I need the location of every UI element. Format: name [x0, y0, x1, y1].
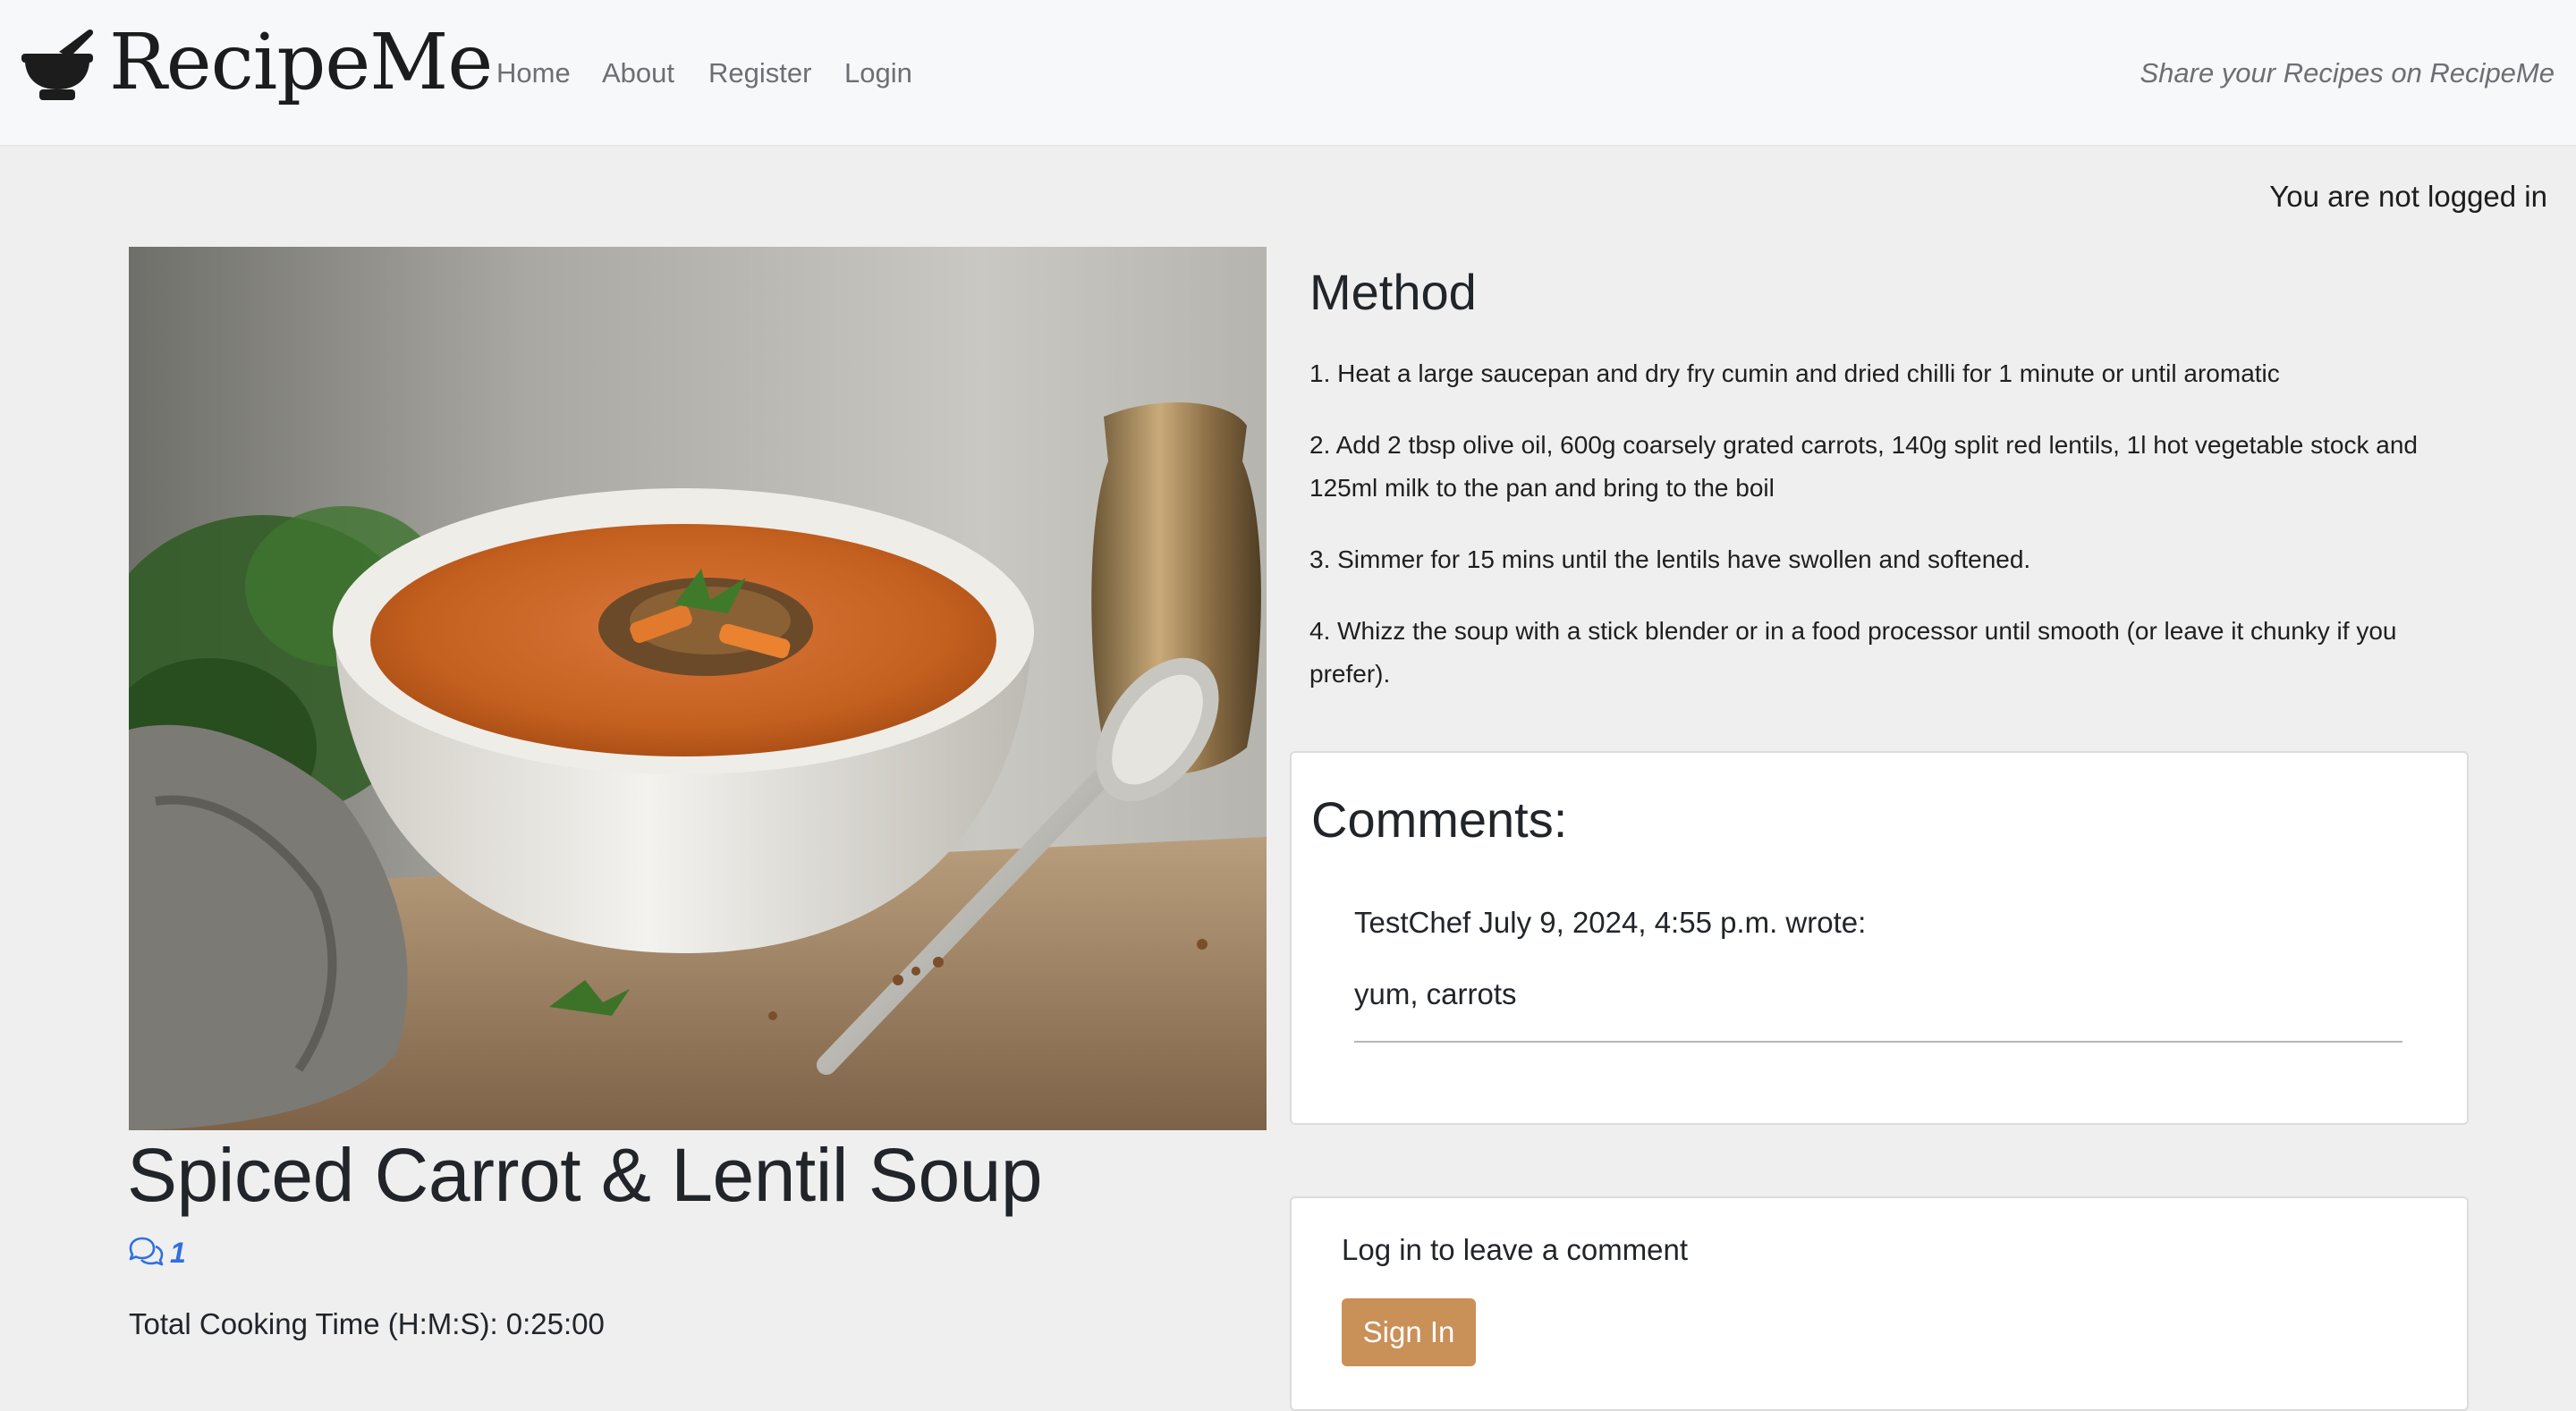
- method-heading: Method: [1309, 264, 1477, 320]
- method-step: 3. Simmer for 15 mins until the lentils …: [1309, 545, 2031, 573]
- comment-count-link[interactable]: 1: [127, 1232, 186, 1273]
- tagline: Share your Recipes on RecipeMe: [2140, 57, 2555, 89]
- mortar-pestle-icon[interactable]: [20, 25, 95, 102]
- comments-icon: [127, 1236, 165, 1271]
- nav-link-login[interactable]: Login: [844, 54, 912, 93]
- cooking-time: Total Cooking Time (H:M:S): 0:25:00: [129, 1307, 605, 1340]
- recipe-title: Spiced Carrot & Lentil Soup: [127, 1133, 1043, 1217]
- login-prompt: Log in to leave a comment: [1342, 1233, 1689, 1266]
- comments-heading: Comments:: [1311, 791, 1568, 848]
- comment-item: TestChef July 9, 2024, 4:55 p.m. wrote: …: [1354, 903, 2402, 1043]
- comment-divider: [1354, 1041, 2402, 1043]
- comment-count: 1: [170, 1236, 186, 1269]
- method-step: 4. Whizz the soup with a stick blender o…: [1309, 617, 2397, 688]
- comment-body: yum, carrots: [1354, 977, 1517, 1010]
- comment-login-card: Log in to leave a comment Sign In: [1290, 1196, 2469, 1411]
- brand-name[interactable]: RecipeMe: [109, 18, 493, 107]
- recipe-image: [129, 247, 1267, 1130]
- navbar: RecipeMe Home About Register Login Share…: [0, 0, 2576, 147]
- method-step: 1. Heat a large saucepan and dry fry cum…: [1309, 359, 2280, 387]
- login-status: You are not logged in: [2269, 180, 2547, 213]
- nav-link-register[interactable]: Register: [708, 54, 811, 93]
- nav-link-about[interactable]: About: [602, 54, 674, 93]
- comments-card: Comments: TestChef July 9, 2024, 4:55 p.…: [1290, 751, 2469, 1125]
- method-steps: 1. Heat a large saucepan and dry fry cum…: [1309, 352, 2469, 724]
- nav-link-home[interactable]: Home: [496, 54, 571, 93]
- comment-meta: TestChef July 9, 2024, 4:55 p.m. wrote:: [1354, 906, 1867, 939]
- method-step: 2. Add 2 tbsp olive oil, 600g coarsely g…: [1309, 431, 2418, 502]
- sign-in-button[interactable]: Sign In: [1342, 1298, 1476, 1366]
